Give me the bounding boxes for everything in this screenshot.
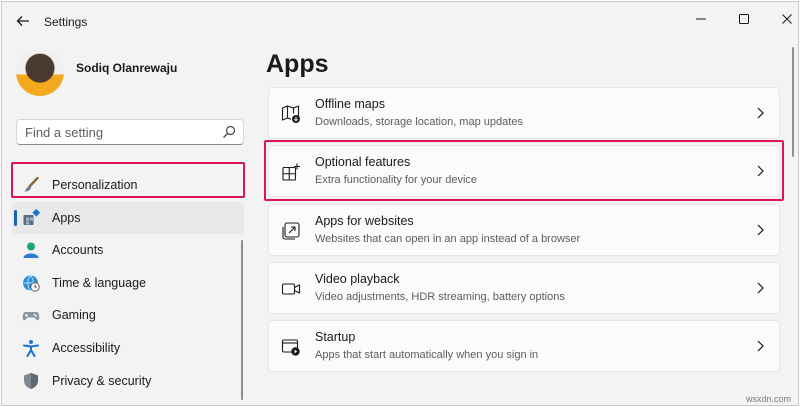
map-download-icon <box>281 104 301 124</box>
sidebar-item-apps[interactable]: Apps <box>12 202 244 234</box>
card-title: Optional features <box>315 155 411 169</box>
chevron-right-icon <box>757 165 764 177</box>
sidebar-item-accounts[interactable]: Accounts <box>12 234 244 266</box>
avatar[interactable] <box>16 48 64 96</box>
apps-icon <box>22 209 40 227</box>
search-icon[interactable] <box>222 125 236 139</box>
sidebar-item-label: Accessibility <box>52 341 121 355</box>
active-indicator <box>14 210 17 226</box>
page-title: Apps <box>266 50 329 78</box>
search-input[interactable] <box>25 124 215 141</box>
chevron-right-icon <box>757 282 764 294</box>
sidebar-item-time-language[interactable]: Time & language <box>12 267 244 299</box>
card-subtitle: Apps that start automatically when you s… <box>315 349 539 361</box>
gamepad-icon <box>22 306 40 324</box>
sidebar-item-gaming[interactable]: Gaming <box>12 299 244 331</box>
card-title: Startup <box>315 330 356 344</box>
close-button[interactable] <box>774 8 798 30</box>
video-camera-icon <box>281 279 301 299</box>
maximize-button[interactable] <box>731 8 757 30</box>
back-arrow-icon <box>16 16 29 26</box>
maximize-icon <box>739 14 749 24</box>
accessibility-icon <box>22 339 40 357</box>
sidebar-scrollbar[interactable] <box>241 240 243 400</box>
card-title: Offline maps <box>315 97 385 111</box>
person-icon <box>22 241 40 259</box>
startup-icon <box>281 337 301 357</box>
sidebar-item-privacy-security[interactable]: Privacy & security <box>12 365 244 397</box>
sidebar-item-label: Apps <box>52 211 81 225</box>
watermark: wsxdn.com <box>746 394 792 404</box>
card-optional-features[interactable]: Optional features Extra functionality fo… <box>268 145 780 197</box>
title-bar: Settings <box>2 2 798 40</box>
sidebar-item-label: Accounts <box>52 243 104 257</box>
close-icon <box>782 14 792 24</box>
card-apps-for-websites[interactable]: Apps for websites Websites that can open… <box>268 204 780 256</box>
back-button[interactable] <box>14 12 32 30</box>
sidebar-item-label: Personalization <box>52 178 138 192</box>
card-video-playback[interactable]: Video playback Video adjustments, HDR st… <box>268 262 780 314</box>
card-subtitle: Extra functionality for your device <box>315 174 478 186</box>
sidebar-item-label: Privacy & security <box>52 374 152 388</box>
sidebar: Sodiq Olanrewaju Personalization <box>2 40 252 405</box>
shield-icon <box>22 372 40 390</box>
card-title: Apps for websites <box>315 214 414 228</box>
card-subtitle: Websites that can open in an app instead… <box>315 233 581 245</box>
globe-clock-icon <box>22 274 40 292</box>
card-startup[interactable]: Startup Apps that start automatically wh… <box>268 320 780 372</box>
user-name: Sodiq Olanrewaju <box>76 61 178 75</box>
chevron-right-icon <box>757 340 764 352</box>
chevron-right-icon <box>757 224 764 236</box>
add-grid-icon <box>281 162 301 182</box>
card-title: Video playback <box>315 272 400 286</box>
sidebar-item-label: Time & language <box>52 276 147 290</box>
main-scrollbar[interactable] <box>792 47 794 157</box>
minimize-button[interactable] <box>688 8 714 30</box>
paintbrush-icon <box>22 176 40 194</box>
minimize-icon <box>696 18 706 20</box>
search-box[interactable] <box>16 119 244 145</box>
sidebar-item-personalization[interactable]: Personalization <box>12 169 244 201</box>
sidebar-item-label: Gaming <box>52 308 96 322</box>
card-subtitle: Downloads, storage location, map updates <box>315 116 523 128</box>
sidebar-item-accessibility[interactable]: Accessibility <box>12 332 244 364</box>
chevron-right-icon <box>757 107 764 119</box>
card-offline-maps[interactable]: Offline maps Downloads, storage location… <box>268 87 780 139</box>
open-in-app-icon <box>281 221 301 241</box>
app-title: Settings <box>44 15 88 29</box>
settings-window: Settings Sodiq Olanrewaju Find a setting… <box>1 1 799 406</box>
card-subtitle: Video adjustments, HDR streaming, batter… <box>315 291 565 303</box>
